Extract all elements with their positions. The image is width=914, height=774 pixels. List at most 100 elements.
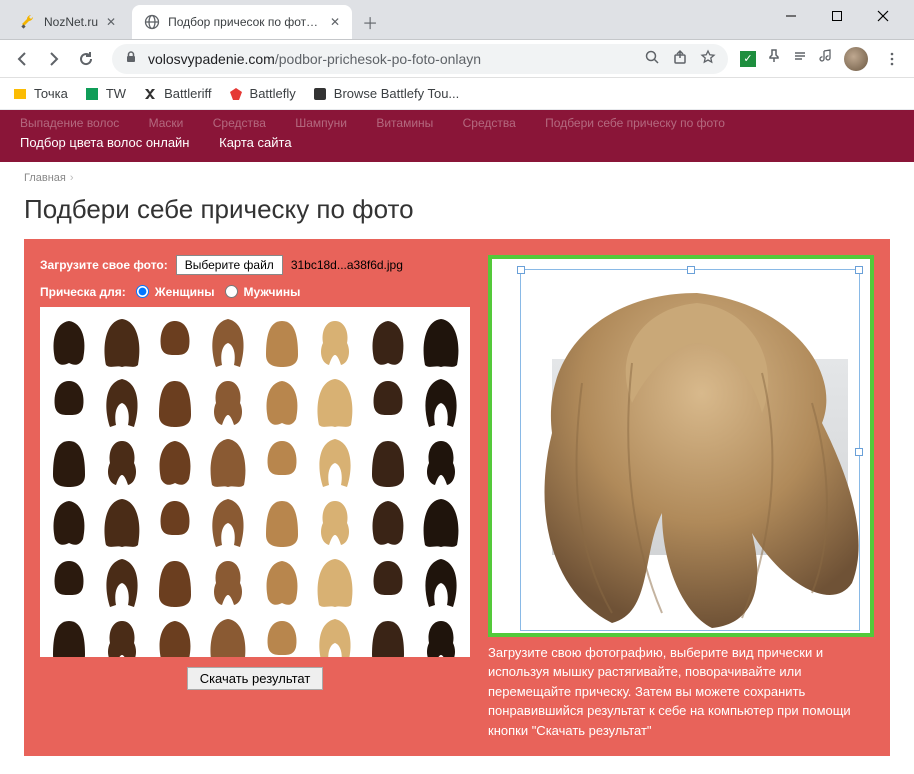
hairstyle-thumbnail[interactable] xyxy=(152,613,198,657)
battlefy-icon xyxy=(312,86,328,102)
reload-button[interactable] xyxy=(72,45,100,73)
resize-handle-nw[interactable] xyxy=(517,266,525,274)
profile-avatar[interactable] xyxy=(844,47,868,71)
hairstyle-thumbnail[interactable] xyxy=(99,493,145,551)
hairstyle-thumbnail[interactable] xyxy=(152,313,198,371)
hairstyle-thumbnail[interactable] xyxy=(365,373,411,431)
hairstyle-thumbnail[interactable] xyxy=(259,553,305,611)
extension-pin-icon[interactable] xyxy=(766,48,782,69)
hairstyle-thumbnail[interactable] xyxy=(46,433,92,491)
hairstyle-thumbnail[interactable] xyxy=(46,613,92,657)
hairstyle-thumbnail[interactable] xyxy=(46,313,92,371)
nav-link[interactable]: Подбери себе прическу по фото xyxy=(545,114,725,133)
bookmarks-bar: Точка TW Battleriff Battlefly Browse Bat… xyxy=(0,78,914,110)
hairstyle-thumbnail[interactable] xyxy=(99,313,145,371)
nav-link[interactable]: Выпадение волос xyxy=(20,114,119,133)
star-icon[interactable] xyxy=(700,49,716,68)
gender-male-radio[interactable] xyxy=(225,285,238,298)
hairstyle-thumbnail[interactable] xyxy=(205,373,251,431)
nav-link-sitemap[interactable]: Карта сайта xyxy=(219,133,291,154)
wrench-icon xyxy=(20,14,36,30)
tab-noznet[interactable]: NozNet.ru ✕ xyxy=(8,5,128,39)
preview-canvas[interactable] xyxy=(488,255,874,637)
close-icon[interactable]: ✕ xyxy=(330,15,340,29)
breadcrumb: Главная› xyxy=(0,162,914,188)
hairstyle-thumbnail[interactable] xyxy=(205,493,251,551)
nav-link[interactable]: Средства xyxy=(213,114,266,133)
bookmark-battlefly[interactable]: Battlefly xyxy=(228,86,296,102)
hairstyle-thumbnail[interactable] xyxy=(152,493,198,551)
hairstyle-thumbnail[interactable] xyxy=(312,313,358,371)
forward-button[interactable] xyxy=(40,45,68,73)
window-close-button[interactable] xyxy=(860,0,906,32)
resize-handle-n[interactable] xyxy=(687,266,695,274)
hairstyle-thumbnail[interactable] xyxy=(259,313,305,371)
hairstyle-thumbnail[interactable] xyxy=(99,613,145,657)
applied-hairstyle[interactable] xyxy=(512,283,874,633)
hairstyle-thumbnail[interactable] xyxy=(365,313,411,371)
hairstyle-thumbnail[interactable] xyxy=(312,613,358,657)
hairstyle-thumbnail[interactable] xyxy=(259,373,305,431)
bookmark-tw[interactable]: TW xyxy=(84,86,126,102)
hairstyle-thumbnail[interactable] xyxy=(312,433,358,491)
hairstyle-thumbnail[interactable] xyxy=(99,433,145,491)
battlefly-icon xyxy=(228,86,244,102)
breadcrumb-home[interactable]: Главная xyxy=(24,172,66,184)
extension-music-icon[interactable] xyxy=(818,48,834,69)
extension-list-icon[interactable] xyxy=(792,48,808,69)
hairstyle-thumbnail[interactable] xyxy=(365,553,411,611)
nav-link-color[interactable]: Подбор цвета волос онлайн xyxy=(20,133,190,154)
selected-filename: 31bc18d...a38f6d.jpg xyxy=(291,258,403,272)
bookmark-tochka[interactable]: Точка xyxy=(12,86,68,102)
extension-check-icon[interactable]: ✓ xyxy=(740,51,756,67)
hairstyle-thumbnail[interactable] xyxy=(418,433,464,491)
hairstyle-thumbnail[interactable] xyxy=(259,493,305,551)
hairstyle-thumbnail[interactable] xyxy=(365,493,411,551)
hairstyle-thumbnail[interactable] xyxy=(312,373,358,431)
minimize-button[interactable] xyxy=(768,0,814,32)
new-tab-button[interactable]: ＋ xyxy=(356,8,384,36)
bookmark-battleriff[interactable]: Battleriff xyxy=(142,86,211,102)
hairstyle-thumbnail[interactable] xyxy=(46,493,92,551)
nav-link[interactable]: Средства xyxy=(463,114,516,133)
hairstyle-thumbnail[interactable] xyxy=(152,553,198,611)
back-button[interactable] xyxy=(8,45,36,73)
hairstyle-thumbnail[interactable] xyxy=(418,313,464,371)
bookmark-battlefy[interactable]: Browse Battlefy Tou... xyxy=(312,86,460,102)
hairstyle-thumbnail[interactable] xyxy=(312,553,358,611)
download-result-button[interactable]: Скачать результат xyxy=(187,667,324,690)
nav-link[interactable]: Витамины xyxy=(376,114,433,133)
hairstyle-thumbnail[interactable] xyxy=(259,613,305,657)
resize-handle-ne[interactable] xyxy=(855,266,863,274)
close-icon[interactable]: ✕ xyxy=(106,15,116,29)
hairstyle-thumbnail[interactable] xyxy=(99,553,145,611)
nav-link[interactable]: Маски xyxy=(149,114,184,133)
hairstyle-thumbnail[interactable] xyxy=(152,373,198,431)
hairstyle-thumbnail[interactable] xyxy=(418,553,464,611)
gender-female-radio[interactable] xyxy=(136,285,149,298)
hairstyle-thumbnail[interactable] xyxy=(152,433,198,491)
hairstyle-thumbnail[interactable] xyxy=(259,433,305,491)
hairstyle-thumbnail[interactable] xyxy=(99,373,145,431)
hairstyle-thumbnail[interactable] xyxy=(46,553,92,611)
hairstyle-thumbnail[interactable] xyxy=(365,433,411,491)
hairstyle-thumbnail[interactable] xyxy=(205,613,251,657)
hairstyle-thumbnail[interactable] xyxy=(418,493,464,551)
share-icon[interactable] xyxy=(672,49,688,68)
hairstyle-grid[interactable]: // placeholder so rows render after data… xyxy=(40,307,470,657)
choose-file-button[interactable]: Выберите файл xyxy=(176,255,283,275)
hairstyle-thumbnail[interactable] xyxy=(205,433,251,491)
tab-haircut[interactable]: Подбор причесок по фото онла ✕ xyxy=(132,5,352,39)
hairstyle-thumbnail[interactable] xyxy=(418,613,464,657)
nav-link[interactable]: Шампуни xyxy=(295,114,347,133)
hairstyle-thumbnail[interactable] xyxy=(205,313,251,371)
search-icon[interactable] xyxy=(644,49,660,68)
address-bar[interactable]: volosvypadenie.com/podbor-prichesok-po-f… xyxy=(112,44,728,74)
browser-menu-button[interactable] xyxy=(878,45,906,73)
hairstyle-thumbnail[interactable] xyxy=(418,373,464,431)
maximize-button[interactable] xyxy=(814,0,860,32)
hairstyle-thumbnail[interactable] xyxy=(205,553,251,611)
hairstyle-thumbnail[interactable] xyxy=(46,373,92,431)
hairstyle-thumbnail[interactable] xyxy=(365,613,411,657)
hairstyle-thumbnail[interactable] xyxy=(312,493,358,551)
